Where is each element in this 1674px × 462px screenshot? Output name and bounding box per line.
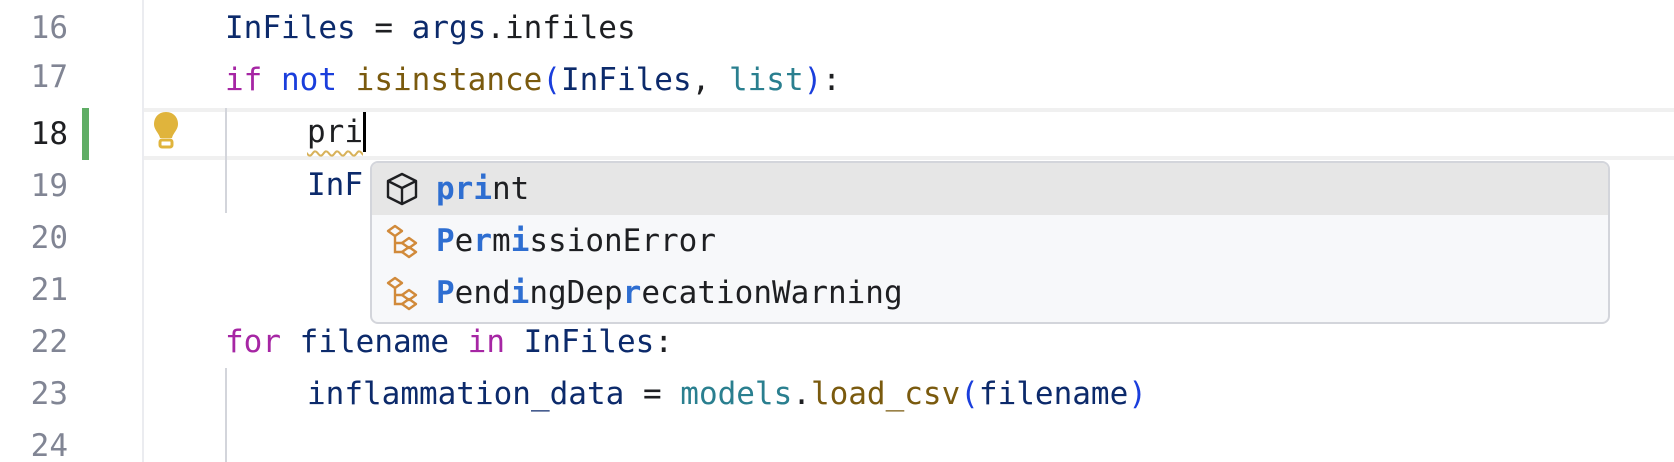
gutter-separator <box>142 0 144 462</box>
completion-item-print[interactable]: print <box>372 163 1608 215</box>
dot: . <box>792 376 811 412</box>
line-number: 24 <box>30 428 68 462</box>
label-text: nt <box>492 171 530 207</box>
paren: ( <box>960 376 979 412</box>
keyword: not <box>281 62 337 98</box>
match-highlight: pri <box>436 171 492 207</box>
builtin: list <box>728 62 804 98</box>
line-number-current: 18 <box>30 116 68 152</box>
code-line-19[interactable]: InF <box>307 159 363 211</box>
completion-item-pendingdeprecationwarning[interactable]: PendingDeprecationWarning <box>372 267 1608 319</box>
completion-label: PermissionError <box>436 215 716 267</box>
code-line-16[interactable]: InFiles = args.infiles <box>225 2 636 54</box>
typed-text: pri <box>307 114 363 150</box>
identifier: filename <box>299 324 449 360</box>
code-editor[interactable]: 16 17 18 19 20 21 22 23 24 InFiles = arg… <box>0 0 1674 462</box>
completion-popup[interactable]: print PermissionError PendingDeprecation… <box>370 161 1610 324</box>
line-number: 23 <box>30 376 68 412</box>
identifier: InF <box>307 167 363 203</box>
current-line-highlight <box>144 108 1674 160</box>
dot: . <box>486 10 505 46</box>
line-number: 22 <box>30 324 68 360</box>
function-call: load_csv <box>810 376 961 412</box>
operator: = <box>355 10 412 46</box>
completion-label: PendingDeprecationWarning <box>436 267 903 319</box>
keyword: if <box>225 62 263 98</box>
completion-label: print <box>436 163 529 215</box>
identifier: InFiles <box>523 324 655 360</box>
label-text: e <box>454 223 474 259</box>
text-caret <box>363 111 366 152</box>
identifier: args <box>411 10 487 46</box>
colon: : <box>822 62 841 98</box>
paren: ) <box>803 62 823 98</box>
line-number: 16 <box>30 10 68 46</box>
line-number: 20 <box>30 220 68 256</box>
match-highlight: r <box>622 275 642 311</box>
label-text: m <box>492 223 511 259</box>
label-text: end <box>454 275 511 311</box>
match-highlight: i <box>510 223 530 259</box>
identifier: filename <box>978 376 1129 412</box>
code-line-17[interactable]: if not isinstance(InFiles, list): <box>225 54 841 106</box>
operator: = <box>624 376 681 412</box>
comma: , <box>691 62 729 98</box>
attribute: infiles <box>504 10 636 46</box>
label-text: ngDep <box>529 275 623 311</box>
match-highlight: r <box>473 223 493 259</box>
keyword: in <box>467 324 505 360</box>
change-marker[interactable] <box>82 108 89 160</box>
line-number: 17 <box>30 59 68 95</box>
keyword: for <box>225 324 281 360</box>
label-text: ssionError <box>529 223 716 259</box>
class-hierarchy-icon <box>386 224 418 259</box>
paren: ( <box>542 62 561 98</box>
function-call: isinstance <box>355 62 543 98</box>
line-number: 21 <box>30 272 68 308</box>
identifier: InFiles <box>560 62 692 98</box>
match-highlight: P <box>436 223 455 259</box>
colon: : <box>654 324 673 360</box>
code-line-23[interactable]: inflammation_data = models.load_csv(file… <box>307 368 1147 420</box>
match-highlight: i <box>510 275 530 311</box>
completion-item-permissionerror[interactable]: PermissionError <box>372 215 1608 267</box>
line-number: 19 <box>30 168 68 204</box>
indent-guide <box>225 368 227 462</box>
identifier: inflammation_data <box>307 376 625 412</box>
code-line-18[interactable]: pri <box>307 106 366 158</box>
module: models <box>680 376 793 412</box>
lightbulb-icon[interactable] <box>152 110 180 150</box>
class-hierarchy-icon <box>386 276 418 311</box>
label-text: ecationWarning <box>641 275 903 311</box>
paren: ) <box>1128 376 1147 412</box>
cube-icon <box>386 172 418 206</box>
indent-guide <box>225 108 227 213</box>
match-highlight: P <box>436 275 455 311</box>
identifier: InFiles <box>225 10 356 46</box>
